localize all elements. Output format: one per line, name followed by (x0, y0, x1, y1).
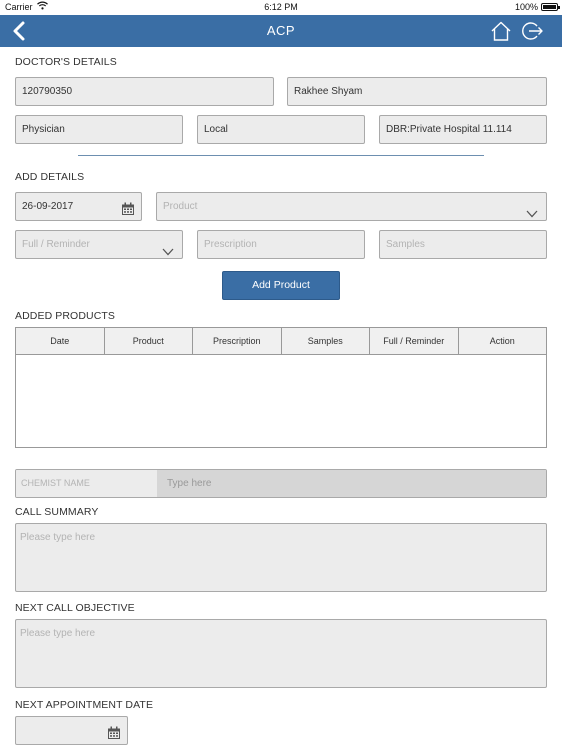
doctor-details-heading: DOCTOR'S DETAILS (15, 56, 117, 68)
samples-input[interactable]: Samples (379, 230, 547, 259)
column-header-action: Action (489, 336, 515, 346)
logout-icon[interactable] (521, 20, 543, 42)
call-summary-textarea[interactable]: Please type here (15, 523, 547, 592)
date-field[interactable]: 26-09-2017 (15, 192, 142, 221)
chemist-name-row: CHEMIST NAME Type here (15, 469, 547, 498)
added-products-heading: ADDED PRODUCTS (15, 310, 115, 322)
calendar-icon[interactable] (121, 200, 135, 215)
column-header-samples: Samples (282, 328, 370, 354)
prescription-input[interactable]: Prescription (197, 230, 365, 259)
column-header-full-reminder: Full / Reminder (370, 328, 459, 354)
date-value: 26-09-2017 (22, 201, 74, 212)
add-product-button[interactable]: Add Product (222, 271, 340, 300)
home-icon[interactable] (490, 20, 512, 42)
column-header-prescription: Prescription (193, 328, 282, 354)
full-reminder-select[interactable]: Full / Reminder (15, 230, 183, 259)
product-placeholder: Product (163, 201, 198, 212)
next-appointment-date-field[interactable] (15, 716, 128, 745)
chevron-down-icon (526, 202, 538, 218)
column-header-date: Date (16, 328, 105, 354)
clock: 6:12 PM (264, 2, 298, 12)
products-table: Date Product Prescription Samples Full /… (15, 327, 547, 448)
column-header-product: Product (105, 328, 193, 354)
location-field[interactable]: Local (197, 115, 365, 144)
next-appointment-heading: NEXT APPOINTMENT DATE (15, 699, 154, 711)
chevron-down-icon (162, 240, 174, 256)
next-call-objective-textarea[interactable]: Please type here (15, 619, 547, 688)
doctor-id-field[interactable]: 120790350 (15, 77, 274, 106)
next-call-objective-heading: NEXT CALL OBJECTIVE (15, 602, 135, 614)
specialty-field[interactable]: Physician (15, 115, 183, 144)
battery-icon (541, 3, 560, 11)
status-bar: Carrier 6:12 PM 100% (0, 0, 562, 15)
calendar-icon[interactable] (107, 724, 121, 739)
add-details-heading: ADD DETAILS (15, 171, 85, 183)
chemist-name-input[interactable]: Type here (157, 470, 546, 497)
full-reminder-placeholder: Full / Reminder (22, 239, 90, 250)
section-divider (78, 155, 484, 156)
page-title: ACP (266, 23, 296, 38)
nav-bar: ACP (0, 15, 562, 47)
hospital-field[interactable]: DBR:Private Hospital 11.114 (379, 115, 547, 144)
chemist-name-label: CHEMIST NAME (16, 470, 157, 497)
doctor-name-field[interactable]: Rakhee Shyam (287, 77, 547, 106)
call-summary-heading: CALL SUMMARY (15, 506, 99, 518)
battery-percent: 100% (514, 2, 538, 12)
table-header: Date Product Prescription Samples Full /… (16, 328, 546, 355)
product-select[interactable]: Product (156, 192, 547, 221)
